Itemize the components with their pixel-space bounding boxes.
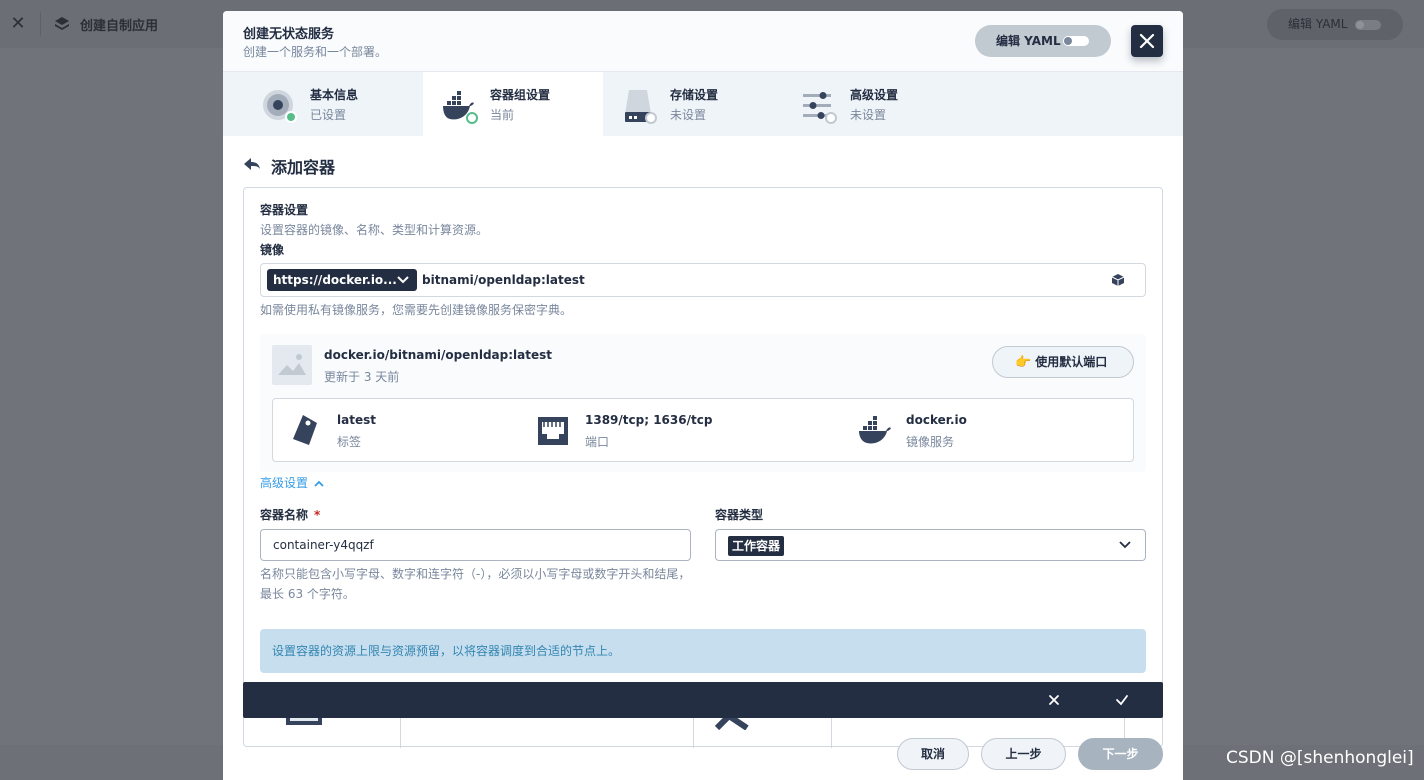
edit-yaml-toggle[interactable]: 编辑 YAML: [975, 25, 1111, 57]
cancel-button[interactable]: 取消: [897, 738, 969, 770]
container-type-value: 工作容器: [728, 536, 785, 556]
cube-icon[interactable]: [1111, 273, 1125, 287]
port-icon: [538, 417, 568, 445]
use-default-ports-button[interactable]: 👉 使用默认端口: [992, 346, 1134, 378]
chevron-down-icon: [397, 276, 409, 284]
registry-value: https://docker.io...: [273, 273, 397, 287]
fact-value: docker.io: [906, 413, 967, 427]
close-button[interactable]: [1131, 25, 1163, 57]
container-type-label: 容器类型: [715, 508, 764, 522]
fact-value: 1389/tcp; 1636/tcp: [585, 413, 713, 427]
section-description: 设置容器的镜像、名称、类型和计算资源。: [260, 223, 489, 237]
image-full-name: docker.io/bitnami/openldap:latest: [324, 348, 552, 362]
close-icon[interactable]: ✕: [8, 14, 28, 34]
divider: [40, 12, 41, 36]
chevron-down-icon: [1119, 541, 1131, 549]
step-storage[interactable]: 存储设置 未设置: [603, 72, 783, 136]
step-status: 当前: [490, 108, 515, 122]
hand-pointing-icon: 👉: [1015, 355, 1032, 370]
step-name: 存储设置: [670, 88, 719, 102]
next-step-button[interactable]: 下一步: [1078, 738, 1163, 770]
container-settings-panel: 容器设置 设置容器的镜像、名称、类型和计算资源。 镜像 https://dock…: [243, 187, 1163, 748]
create-service-modal: 创建无状态服务 创建一个服务和一个部署。 编辑 YAML 基本信息 已设置 容器…: [223, 11, 1183, 780]
step-status: 未设置: [670, 108, 707, 122]
step-name: 基本信息: [310, 88, 359, 102]
private-registry-hint: 如需使用私有镜像服务，您需要先创建镜像服务保密字典。: [260, 303, 573, 317]
container-name-input[interactable]: container-y4qqzf: [260, 529, 691, 561]
button-label: 使用默认端口: [1035, 355, 1108, 369]
watermark: CSDN @[shenhonglei]: [1226, 748, 1414, 768]
app-icon: [55, 17, 69, 30]
step-advanced[interactable]: 高级设置 未设置: [783, 72, 963, 136]
step-tabs: 基本信息 已设置 容器组设置 当前 存储设置 未设置 高级设置 未设置: [223, 72, 1183, 136]
step-name: 容器组设置: [490, 88, 551, 102]
yaml-toggle-label: 编辑 YAML: [1288, 17, 1348, 31]
chevron-up-icon: [314, 480, 324, 487]
toggle-switch: [1063, 36, 1089, 46]
close-icon[interactable]: [1047, 693, 1061, 707]
back-arrow-icon: [244, 158, 260, 170]
status-dot-done: [285, 111, 297, 123]
image-info-card: docker.io/bitnami/openldap:latest 更新于 3 …: [260, 334, 1146, 472]
toggle-switch: [1355, 20, 1381, 30]
registry-select[interactable]: https://docker.io...: [267, 269, 417, 291]
fact-value: latest: [337, 413, 376, 427]
modal-title: 创建无状态服务: [243, 27, 335, 42]
container-type-select[interactable]: 工作容器: [715, 529, 1146, 561]
image-name-value: bitnami/openldap:latest: [422, 273, 585, 287]
image-thumbnail: [272, 345, 312, 385]
section-title: 容器设置: [260, 203, 309, 217]
modal-header: 创建无状态服务 创建一个服务和一个部署。 编辑 YAML: [223, 11, 1183, 72]
advanced-settings-toggle[interactable]: 高级设置: [260, 474, 324, 491]
step-basic-info[interactable]: 基本信息 已设置: [223, 72, 403, 136]
status-dot-pending: [825, 112, 837, 124]
image-input[interactable]: https://docker.io... bitnami/openldap:la…: [260, 263, 1146, 297]
container-name-hint: 名称只能包含小写字母、数字和连字符（-），必须以小写字母或数字开头和结尾，最长 …: [260, 567, 691, 601]
required-mark: *: [314, 508, 321, 522]
label-text: 容器名称: [260, 508, 309, 522]
previous-step-button[interactable]: 上一步: [981, 738, 1066, 770]
page-title: 添加容器: [271, 158, 336, 177]
image-label: 镜像: [260, 243, 285, 257]
close-icon: [1139, 33, 1155, 49]
step-status: 未设置: [850, 108, 887, 122]
step-name: 高级设置: [850, 88, 899, 102]
status-dot-current: [466, 112, 478, 124]
step-status: 已设置: [310, 108, 347, 122]
tag-icon: [293, 415, 317, 445]
status-dot-pending: [645, 112, 657, 124]
image-updated: 更新于 3 天前: [324, 370, 400, 384]
fact-label: 标签: [337, 435, 362, 449]
yaml-toggle-label: 编辑 YAML: [996, 34, 1061, 48]
resource-info-banner: 设置容器的资源上限与资源预留，以将容器调度到合适的节点上。: [260, 629, 1146, 673]
step-container-group[interactable]: 容器组设置 当前: [423, 72, 603, 136]
container-confirm-bar: [243, 682, 1163, 718]
image-placeholder-icon: [278, 354, 306, 375]
container-name-label: 容器名称 *: [260, 506, 320, 523]
check-icon[interactable]: [1115, 693, 1129, 707]
background-yaml-toggle[interactable]: 编辑 YAML: [1267, 9, 1403, 40]
docker-icon: [859, 416, 891, 444]
toggle-label: 高级设置: [260, 476, 309, 490]
background-title: 创建自制应用: [80, 19, 159, 34]
fact-label: 镜像服务: [906, 435, 955, 449]
image-facts: latest 标签 1389/tcp; 1636/tcp 端口 docker.i…: [272, 398, 1134, 462]
modal-description: 创建一个服务和一个部署。: [243, 45, 388, 59]
fact-label: 端口: [585, 435, 610, 449]
